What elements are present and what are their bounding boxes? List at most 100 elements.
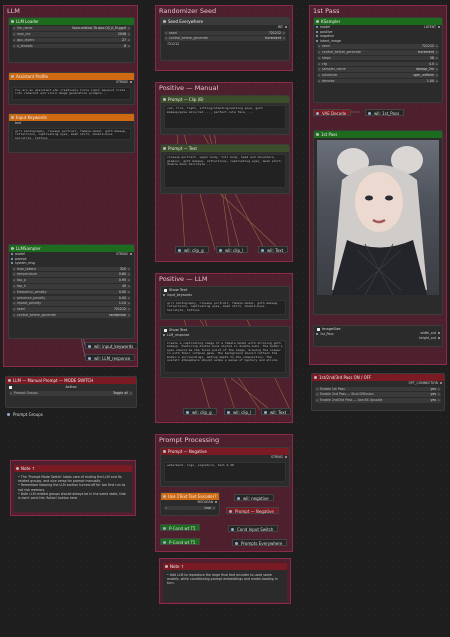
widget-denoise[interactable]: denoise1.00: [317, 78, 439, 84]
wll-clip-l[interactable]: wll: clip_l: [216, 246, 249, 253]
widget-seed[interactable]: seed721212: [164, 30, 286, 36]
widget-repeat-penalty[interactable]: repeat_penalty1.10: [12, 301, 131, 306]
show-text-node-1[interactable]: Show Text input_keywords girl photograph…: [160, 286, 290, 320]
widget-scheduler[interactable]: schedulersgm_uniform: [317, 73, 439, 78]
group-title: Positive — LLM: [159, 275, 208, 283]
pass-switch-node[interactable]: 1st/2nd/3rd Pass ON / OFF OPT_CONNECTION…: [311, 373, 445, 411]
note-title: Note ↑: [14, 465, 132, 472]
node-title: Prompt — Text: [161, 145, 289, 152]
output-width[interactable]: width_out: [414, 331, 442, 336]
show-text-node-2[interactable]: Show Text LLM_response Create a captivat…: [160, 326, 290, 378]
llm-sampler-node[interactable]: LLMSampler model prompt system_msg STRIN…: [8, 244, 135, 339]
wll-text[interactable]: wll: Text: [258, 246, 289, 253]
group-title: Positive — Manual: [159, 84, 219, 92]
cond-input-switch[interactable]: Cond Input Switch: [228, 525, 279, 532]
input-system-msg[interactable]: system_msg: [9, 261, 134, 266]
output-int[interactable]: INT: [161, 25, 289, 30]
widget-llm-name[interactable]: llm_namellava-mistral-7b-dpo.Q4_K_M.gguf: [12, 26, 131, 31]
group-title: LLM: [7, 7, 20, 15]
prompt-clip-node[interactable]: Prompt — Clip (B) red, fire, tight, sitt…: [160, 95, 290, 135]
group-title: Prompt Processing: [159, 436, 220, 444]
negative-text[interactable]: watermark, logo, signature, text & 2D: [164, 461, 286, 482]
wll-clip-l[interactable]: wll: clip_l: [224, 408, 257, 415]
widget-top-p[interactable]: top_p0.95: [12, 278, 131, 283]
widget-control[interactable]: control_before_generaterandomize: [12, 312, 131, 318]
enable-3rd-pass-toggle[interactable]: Enable 2nd/3rd Pass — Axe 8X Upscaleyes: [315, 398, 441, 403]
wll-input-keywords[interactable]: wll: input_keywords: [85, 342, 139, 349]
widget-boolean[interactable]: true: [164, 505, 216, 511]
widget-max-tokens[interactable]: max_tokens320: [12, 266, 131, 272]
widget-n-threads[interactable]: n_threads8: [12, 43, 131, 49]
widget-max-ctx[interactable]: max_ctx2048: [12, 31, 131, 37]
assistant-text[interactable]: You are an assistant who creatively turn…: [12, 86, 131, 100]
ksampler-node[interactable]: KSampler model positive negative latent_…: [313, 17, 443, 103]
output-string[interactable]: STRING: [9, 80, 134, 85]
prompt-negative-box[interactable]: Prompt — Negative: [226, 507, 279, 514]
node-title: Assistant Profile: [9, 73, 134, 80]
mode-switch-node[interactable]: LLM — Manual Prompt — MODE SWITCH Active…: [5, 376, 137, 408]
node-title: 1st Pass: [314, 131, 442, 138]
node-title: LLMSampler: [9, 245, 134, 252]
prompts-everywhere[interactable]: Prompts Everywhere: [232, 539, 288, 546]
vae-decode-box[interactable]: VAE Decode: [313, 109, 352, 116]
widget-top-k[interactable]: top_k40: [12, 284, 131, 289]
output-height[interactable]: height_out: [413, 336, 442, 341]
prompt-clip-text[interactable]: red, fire, tight, sitting/standing/walki…: [164, 105, 286, 129]
node-title: Input Keywords: [9, 114, 134, 121]
note2-group: Note ↑ • Add LLM to reproduce the large …: [159, 558, 291, 604]
widget-temperature[interactable]: temperature0.60: [12, 272, 131, 278]
node-title: LLM — Manual Prompt — MODE SWITCH: [6, 377, 136, 384]
seed-everywhere-node[interactable]: Seed Everywhere INT seed721212 control_b…: [160, 17, 290, 61]
first-pass-preview-node[interactable]: 1st Pass: [313, 130, 443, 315]
widget-frequency-penalty[interactable]: frequency_penalty0.00: [12, 289, 131, 295]
node-title: LLM Loader: [9, 18, 134, 25]
widget-prompt-groups[interactable]: Prompt GroupsToggle all: [9, 391, 133, 396]
wll-negative[interactable]: wll: negative: [234, 494, 274, 501]
widget-steps[interactable]: steps28: [317, 55, 439, 61]
portrait-image: [332, 146, 427, 295]
output-opt-connection[interactable]: OPT_CONNECTION: [312, 381, 444, 386]
node-title: Prompt — Negative: [161, 448, 289, 455]
group-title: 1st Pass: [313, 7, 340, 15]
output-string[interactable]: STRING: [161, 455, 289, 460]
pcond-t5-box[interactable]: P-Cond wt T5: [160, 524, 201, 531]
input-keywords-label[interactable]: input_keywords: [161, 293, 289, 298]
wll-llm-response[interactable]: wll: LLM_response: [85, 354, 136, 361]
group-title: Randomizer Seed: [159, 7, 217, 15]
prompt-negative-node[interactable]: Prompt — Negative STRING watermark, logo…: [160, 447, 290, 487]
use-llm-node[interactable]: Use 1Text Text Encoder? BOOLEAN true: [160, 492, 220, 516]
input-keywords-node[interactable]: Input Keywords text girl photography, cl…: [8, 113, 135, 153]
note-text: • The 'Prompt Mode Switch' takes care of…: [14, 472, 132, 512]
note-title: Note ↑: [163, 563, 287, 570]
wll-text[interactable]: wll: Text: [261, 408, 292, 415]
output-boolean[interactable]: BOOLEAN: [161, 500, 219, 505]
enable-1st-pass-toggle[interactable]: Enable 1st Passyes: [315, 386, 441, 392]
widget-sampler-name[interactable]: sampler_namedpmpp_2m: [317, 67, 439, 72]
widget-gpu-layers[interactable]: gpu_layers27: [12, 37, 131, 43]
enable-2nd-pass-toggle[interactable]: Enable 2nd Pass — Stud Diffusionyes: [315, 392, 441, 398]
prompt-groups-label[interactable]: Prompt Groups: [5, 411, 47, 418]
llm-loader-node[interactable]: LLM Loader llm_namellava-mistral-7b-dpo.…: [8, 17, 135, 63]
wll-clip-g[interactable]: wll: clip_g: [183, 408, 217, 415]
widget-seed[interactable]: seed721212: [12, 307, 131, 312]
widget-cfg[interactable]: cfg4.0: [317, 61, 439, 67]
widget-control[interactable]: control_before_generateincrement: [317, 49, 439, 55]
widget-seed[interactable]: seed721212: [317, 44, 439, 49]
widget-presence-penalty[interactable]: presence_penalty0.00: [12, 295, 131, 301]
prompt-text-node[interactable]: Prompt — Text closeup portrait, upper bo…: [160, 144, 290, 194]
output-string[interactable]: STRING: [110, 252, 134, 257]
active-toggle[interactable]: Active: [6, 384, 136, 390]
assistant-profile-node[interactable]: Assistant Profile STRING You are an assi…: [8, 72, 135, 105]
node-title: Seed Everywhere: [161, 18, 289, 25]
output-latent[interactable]: LATENT: [418, 25, 442, 30]
prompt-text-text[interactable]: closeup portrait, upper body, full body,…: [164, 154, 286, 188]
show-text-1-content: girl photography, closeup portrait, fema…: [164, 299, 286, 315]
pcond-t5-box-2[interactable]: P-Cond wt T5: [160, 538, 201, 545]
wll-clip-g[interactable]: wll: clip_g: [175, 246, 209, 253]
image-size-node[interactable]: ImageSize 1st_Pass width_out height_out: [313, 325, 443, 347]
widget-control[interactable]: control_before_generateincrement: [164, 36, 286, 42]
input-latent-image[interactable]: latent_image: [314, 39, 442, 44]
llm-response-label[interactable]: LLM_response: [161, 333, 289, 338]
wll-1st-pass[interactable]: wll: 1st_Pass: [365, 109, 405, 116]
keywords-text[interactable]: girl photography, closeup portrait, fema…: [12, 127, 131, 140]
